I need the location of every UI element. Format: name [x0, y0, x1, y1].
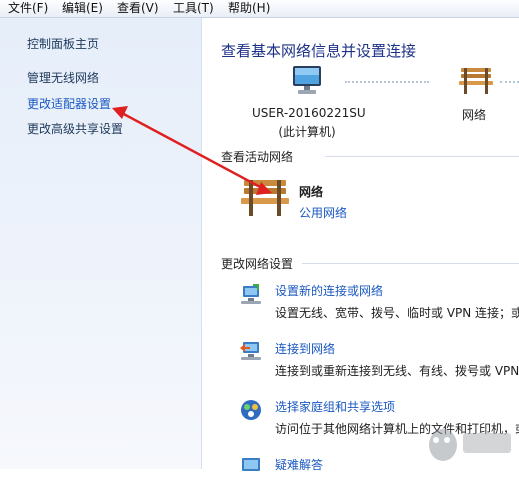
section-divider — [325, 156, 519, 157]
network-type-link[interactable]: 公用网络 — [299, 204, 347, 221]
sidebar: 控制面板主页 管理无线网络 更改适配器设置 更改高级共享设置 — [0, 18, 202, 469]
page-title: 查看基本网络信息并设置连接 — [221, 42, 417, 60]
computer-name: USER-20160221SU — [252, 106, 366, 120]
task-setup-connection-link[interactable]: 设置新的连接或网络 — [275, 282, 383, 299]
task-connect-network-link[interactable]: 连接到网络 — [275, 340, 335, 357]
sidebar-link-change-adapter[interactable]: 更改适配器设置 — [27, 95, 111, 112]
menu-view[interactable]: 查看(V) — [117, 1, 159, 15]
active-network-header: 查看活动网络 — [221, 150, 294, 164]
menu-tools[interactable]: 工具(T) — [173, 1, 214, 15]
new-connection-icon — [241, 284, 261, 304]
map-connector-1 — [345, 81, 429, 83]
sidebar-link-manage-wireless[interactable]: 管理无线网络 — [27, 69, 99, 86]
sidebar-home-link[interactable]: 控制面板主页 — [27, 35, 99, 52]
menu-file[interactable]: 文件(F) — [8, 1, 48, 15]
computer-icon[interactable] — [290, 64, 324, 98]
homegroup-icon — [241, 400, 261, 420]
troubleshoot-icon — [242, 458, 260, 471]
computer-subtitle: (此计算机) — [278, 125, 336, 139]
section-divider — [302, 263, 519, 264]
map-network-label: 网络 — [461, 108, 486, 122]
task-homegroup-link[interactable]: 选择家庭组和共享选项 — [275, 398, 395, 415]
menu-help[interactable]: 帮助(H) — [228, 1, 270, 15]
task-setup-connection-desc: 设置无线、宽带、拨号、临时或 VPN 连接；或 — [275, 306, 519, 320]
menu-bar: 文件(F) 编辑(E) 查看(V) 工具(T) 帮助(H) — [0, 0, 519, 18]
change-settings-header: 更改网络设置 — [221, 257, 294, 271]
menu-edit[interactable]: 编辑(E) — [62, 1, 103, 15]
bench-network-icon — [241, 180, 289, 216]
bench-network-icon[interactable] — [458, 66, 494, 96]
active-network-name: 网络 — [299, 185, 324, 199]
map-connector-2 — [500, 81, 519, 83]
sidebar-link-advanced-sharing[interactable]: 更改高级共享设置 — [27, 120, 123, 137]
task-connect-network-desc: 连接到或重新连接到无线、有线、拨号或 VPN — [275, 364, 519, 378]
watermark-logo — [429, 429, 511, 461]
task-troubleshoot-link[interactable]: 疑难解答 — [275, 456, 323, 473]
connect-network-icon — [240, 342, 261, 360]
